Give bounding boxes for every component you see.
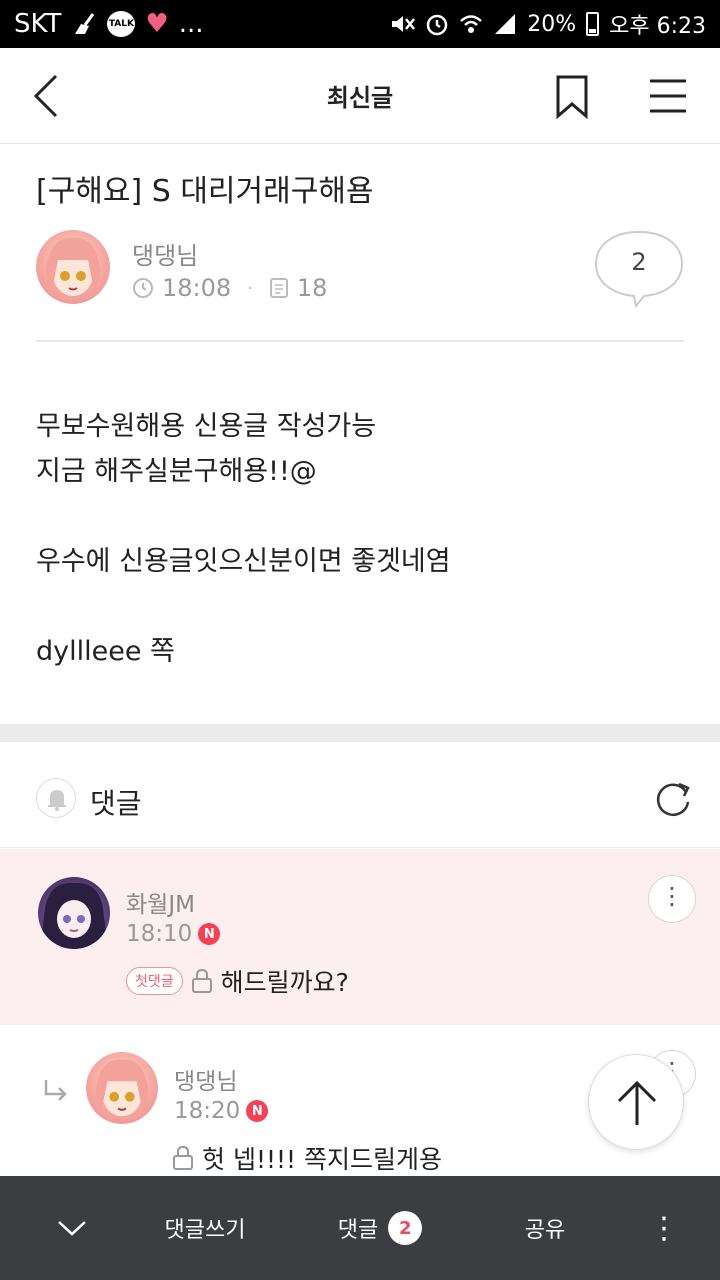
scroll-to-top-button[interactable] [588, 1054, 684, 1150]
avatar-illustration [95, 1059, 149, 1121]
comment-content: 헛 넵!!!! 쪽지드릴게용 [172, 1140, 442, 1176]
refresh-button[interactable] [652, 778, 694, 820]
post-body-line: 무보수원해용 신용글 작성가능 [36, 411, 377, 442]
section-separator [0, 724, 720, 742]
clock-icon [133, 278, 153, 298]
views-icon [269, 278, 288, 298]
lock-icon [173, 1145, 193, 1170]
share-button[interactable]: 공유 [490, 1176, 600, 1280]
post-body-line [36, 584, 451, 629]
collapse-button[interactable] [36, 1176, 108, 1280]
more-options-button[interactable]: ⋮ [636, 1176, 692, 1280]
lock-icon [191, 968, 212, 993]
carrier-label: SKT [14, 9, 62, 39]
avatar[interactable] [38, 877, 110, 949]
top-app-bar: 최신글 [0, 48, 720, 144]
post-body-line: 지금 해주실분구해용!!@ [36, 456, 317, 487]
comment-time: 18:20 [174, 1098, 241, 1124]
chevron-down-icon [58, 1221, 86, 1236]
post-body-line: dyllleee 쪽 [36, 636, 175, 667]
broom-icon [71, 12, 97, 36]
comments-count-badge: 2 [388, 1211, 423, 1245]
heart-icon: ♥ [145, 9, 169, 39]
comment-author[interactable]: 댕댕님 [174, 1062, 237, 1096]
avatar[interactable] [36, 230, 110, 304]
bell-icon[interactable] [36, 778, 76, 818]
comment-content: 첫댓글 해드릴까요? [126, 963, 349, 999]
comments-button[interactable]: 댓글 2 [310, 1176, 450, 1280]
avatar-illustration [46, 237, 100, 300]
bottom-action-bar: 댓글쓰기 댓글 2 공유 ⋮ [0, 1176, 720, 1280]
more-notifications-indicator: ... [178, 9, 204, 39]
post-title: [구해요] S 대리거래구해욤 [36, 174, 374, 209]
more-vertical-icon: ⋮ [649, 1210, 679, 1246]
bell-glyph [48, 790, 66, 811]
new-badge: N [246, 1100, 269, 1122]
post-meta: 18:08 · 18 [132, 274, 327, 302]
new-badge: N [198, 923, 221, 945]
bookmark-button[interactable] [554, 74, 590, 120]
signal-icon [493, 12, 517, 36]
kakaotalk-icon: TALK [107, 11, 136, 37]
comment-text: 헛 넵!!!! 쪽지드릴게용 [202, 1145, 442, 1174]
refresh-icon [656, 782, 690, 816]
clock-time: 오후 6:23 [609, 14, 706, 39]
battery-icon [586, 12, 600, 36]
hamburger-menu-icon [650, 79, 686, 113]
comment-time: 18:10 [126, 921, 193, 947]
comments-label: 댓글 [90, 787, 142, 820]
write-comment-button[interactable]: 댓글쓰기 [140, 1176, 270, 1280]
arrow-up-icon [617, 1080, 657, 1125]
post-time: 18:08 [162, 274, 232, 302]
first-comment-badge: 첫댓글 [126, 967, 183, 995]
post-body-line [36, 494, 451, 539]
avatar[interactable] [86, 1052, 158, 1124]
post-views: 18 [296, 274, 328, 302]
comment-author[interactable]: 화월JM [126, 885, 195, 919]
comments-button-label: 댓글 [337, 1218, 379, 1243]
alarm-icon [425, 12, 449, 36]
comment-more-button[interactable] [648, 875, 696, 923]
comment-count[interactable]: 2 [594, 248, 684, 276]
bookmark-icon [556, 75, 588, 120]
status-bar: SKT TALK ♥ ... 20% 오후 6:23 [0, 0, 720, 48]
post-body: 무보수원해용 신용글 작성가능 지금 해주실분구해용!!@ 우수에 신용글잇으신… [36, 404, 451, 674]
reply-arrow-icon [44, 1080, 67, 1101]
meta-separator: · [247, 277, 253, 299]
comments-header: 댓글 [0, 742, 720, 848]
menu-button[interactable] [648, 78, 688, 114]
page-title: 최신글 [326, 84, 394, 112]
divider [36, 340, 684, 342]
comment-text: 해드릴까요? [220, 968, 349, 997]
comment-time-row: 18:10 N [126, 921, 221, 947]
author-name[interactable]: 댕댕님 [132, 236, 198, 271]
mute-icon [389, 12, 416, 36]
comment-time-row: 18:20 N [174, 1098, 269, 1124]
wifi-icon [459, 12, 483, 36]
comment-item: 화월JM 18:10 N 첫댓글 해드릴까요? [0, 849, 720, 1025]
avatar-illustration [40, 882, 108, 949]
battery-percent: 20% [527, 11, 577, 37]
post-body-line: 우수에 신용글잇으신분이면 좋겟네염 [36, 546, 451, 577]
